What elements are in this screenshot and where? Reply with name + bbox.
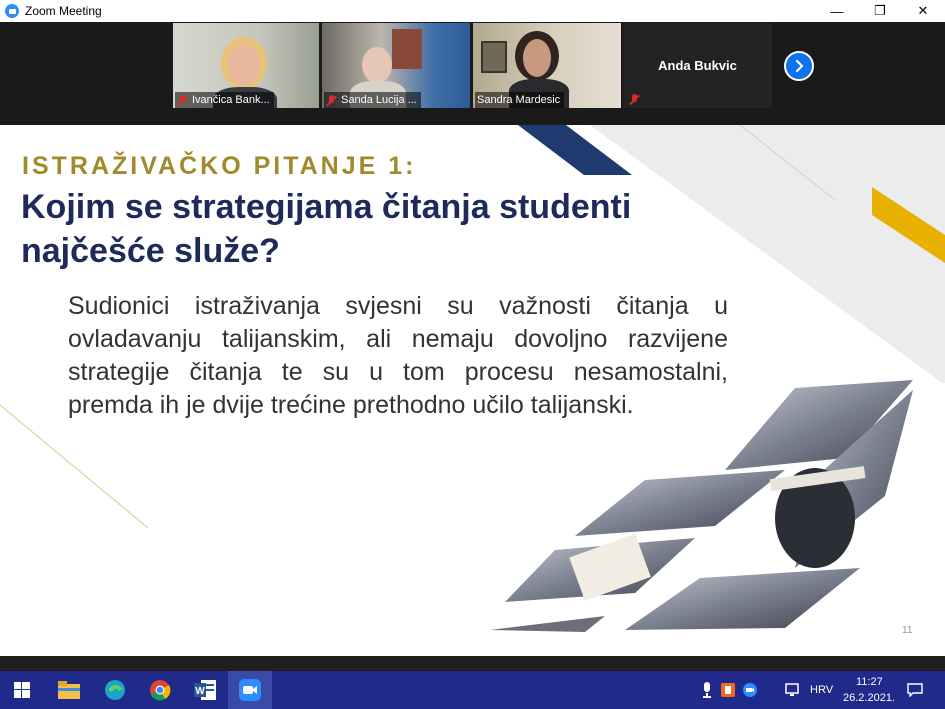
- participant-tile-3[interactable]: Sandra Mardesic: [473, 23, 621, 108]
- participant-name: Anda Bukvic: [658, 58, 737, 73]
- close-button[interactable]: ✕: [901, 0, 945, 22]
- presentation-slide: ISTRAŽIVAČKO PITANJE 1: Kojim se strateg…: [0, 125, 945, 656]
- mic-muted-icon: [629, 94, 640, 105]
- zoom-app-icon: [5, 4, 19, 18]
- chevron-right-icon: [795, 59, 804, 73]
- zoom-tray-icon[interactable]: [738, 678, 762, 702]
- chrome-icon[interactable]: [148, 678, 172, 702]
- bookshelf: [392, 29, 422, 69]
- participant-name-tag: Ivančica Bank...: [175, 92, 274, 108]
- window-title-bar: Zoom Meeting — ❐ ✕: [0, 0, 945, 22]
- taskbar-bar: W HRV 11:27 26.2.2021.: [0, 671, 945, 709]
- participant-name: Sanda Lucija ...: [341, 94, 417, 106]
- minimize-button[interactable]: —: [815, 0, 859, 22]
- participant-face: [523, 39, 551, 77]
- restore-button[interactable]: ❐: [858, 0, 902, 22]
- slide-page-number: 11: [902, 625, 913, 636]
- participant-name: Sandra Mardesic: [477, 94, 561, 106]
- start-icon[interactable]: [10, 678, 34, 702]
- edge-icon[interactable]: [103, 678, 127, 702]
- keyboard-language[interactable]: HRV: [810, 684, 833, 696]
- participant-face: [228, 45, 260, 85]
- wall-picture: [481, 41, 507, 73]
- participant-tile-1[interactable]: Ivančica Bank...: [173, 23, 319, 108]
- participant-face: [362, 47, 392, 83]
- svg-text:W: W: [195, 686, 205, 697]
- mic-muted-icon: [326, 94, 337, 106]
- clock-date[interactable]: 26.2.2021.: [843, 692, 895, 704]
- next-participants-button[interactable]: [784, 51, 814, 81]
- windows-taskbar: W HRV 11:27 26.2.2021.: [0, 656, 945, 709]
- file-explorer-icon[interactable]: [57, 678, 81, 702]
- clock-time[interactable]: 11:27: [856, 676, 883, 688]
- zoom-icon[interactable]: [238, 678, 262, 702]
- participant-name-tag: Sanda Lucija ...: [324, 92, 421, 108]
- participant-name-tag: Sandra Mardesic: [475, 92, 565, 108]
- participant-video-strip: Ivančica Bank... Sanda Lucija ... Sandra…: [0, 22, 945, 125]
- participant-tile-2[interactable]: Sanda Lucija ...: [322, 23, 470, 108]
- network-icon[interactable]: [781, 678, 805, 702]
- notifications-icon[interactable]: [903, 678, 927, 702]
- participant-name: Ivančica Bank...: [192, 94, 270, 106]
- slide-title: Kojim se strategijama čitanja studenti n…: [21, 188, 632, 270]
- word-icon[interactable]: W: [193, 678, 217, 702]
- slide-subtitle: ISTRAŽIVAČKO PITANJE 1:: [22, 152, 417, 180]
- slide-body-text: Sudionici istraživanja svjesni su važnos…: [68, 292, 728, 419]
- mic-muted-icon: [177, 94, 188, 106]
- app-tray-icon[interactable]: [716, 678, 740, 702]
- window-title: Zoom Meeting: [25, 4, 102, 18]
- participant-tile-4[interactable]: Anda Bukvic: [623, 23, 772, 108]
